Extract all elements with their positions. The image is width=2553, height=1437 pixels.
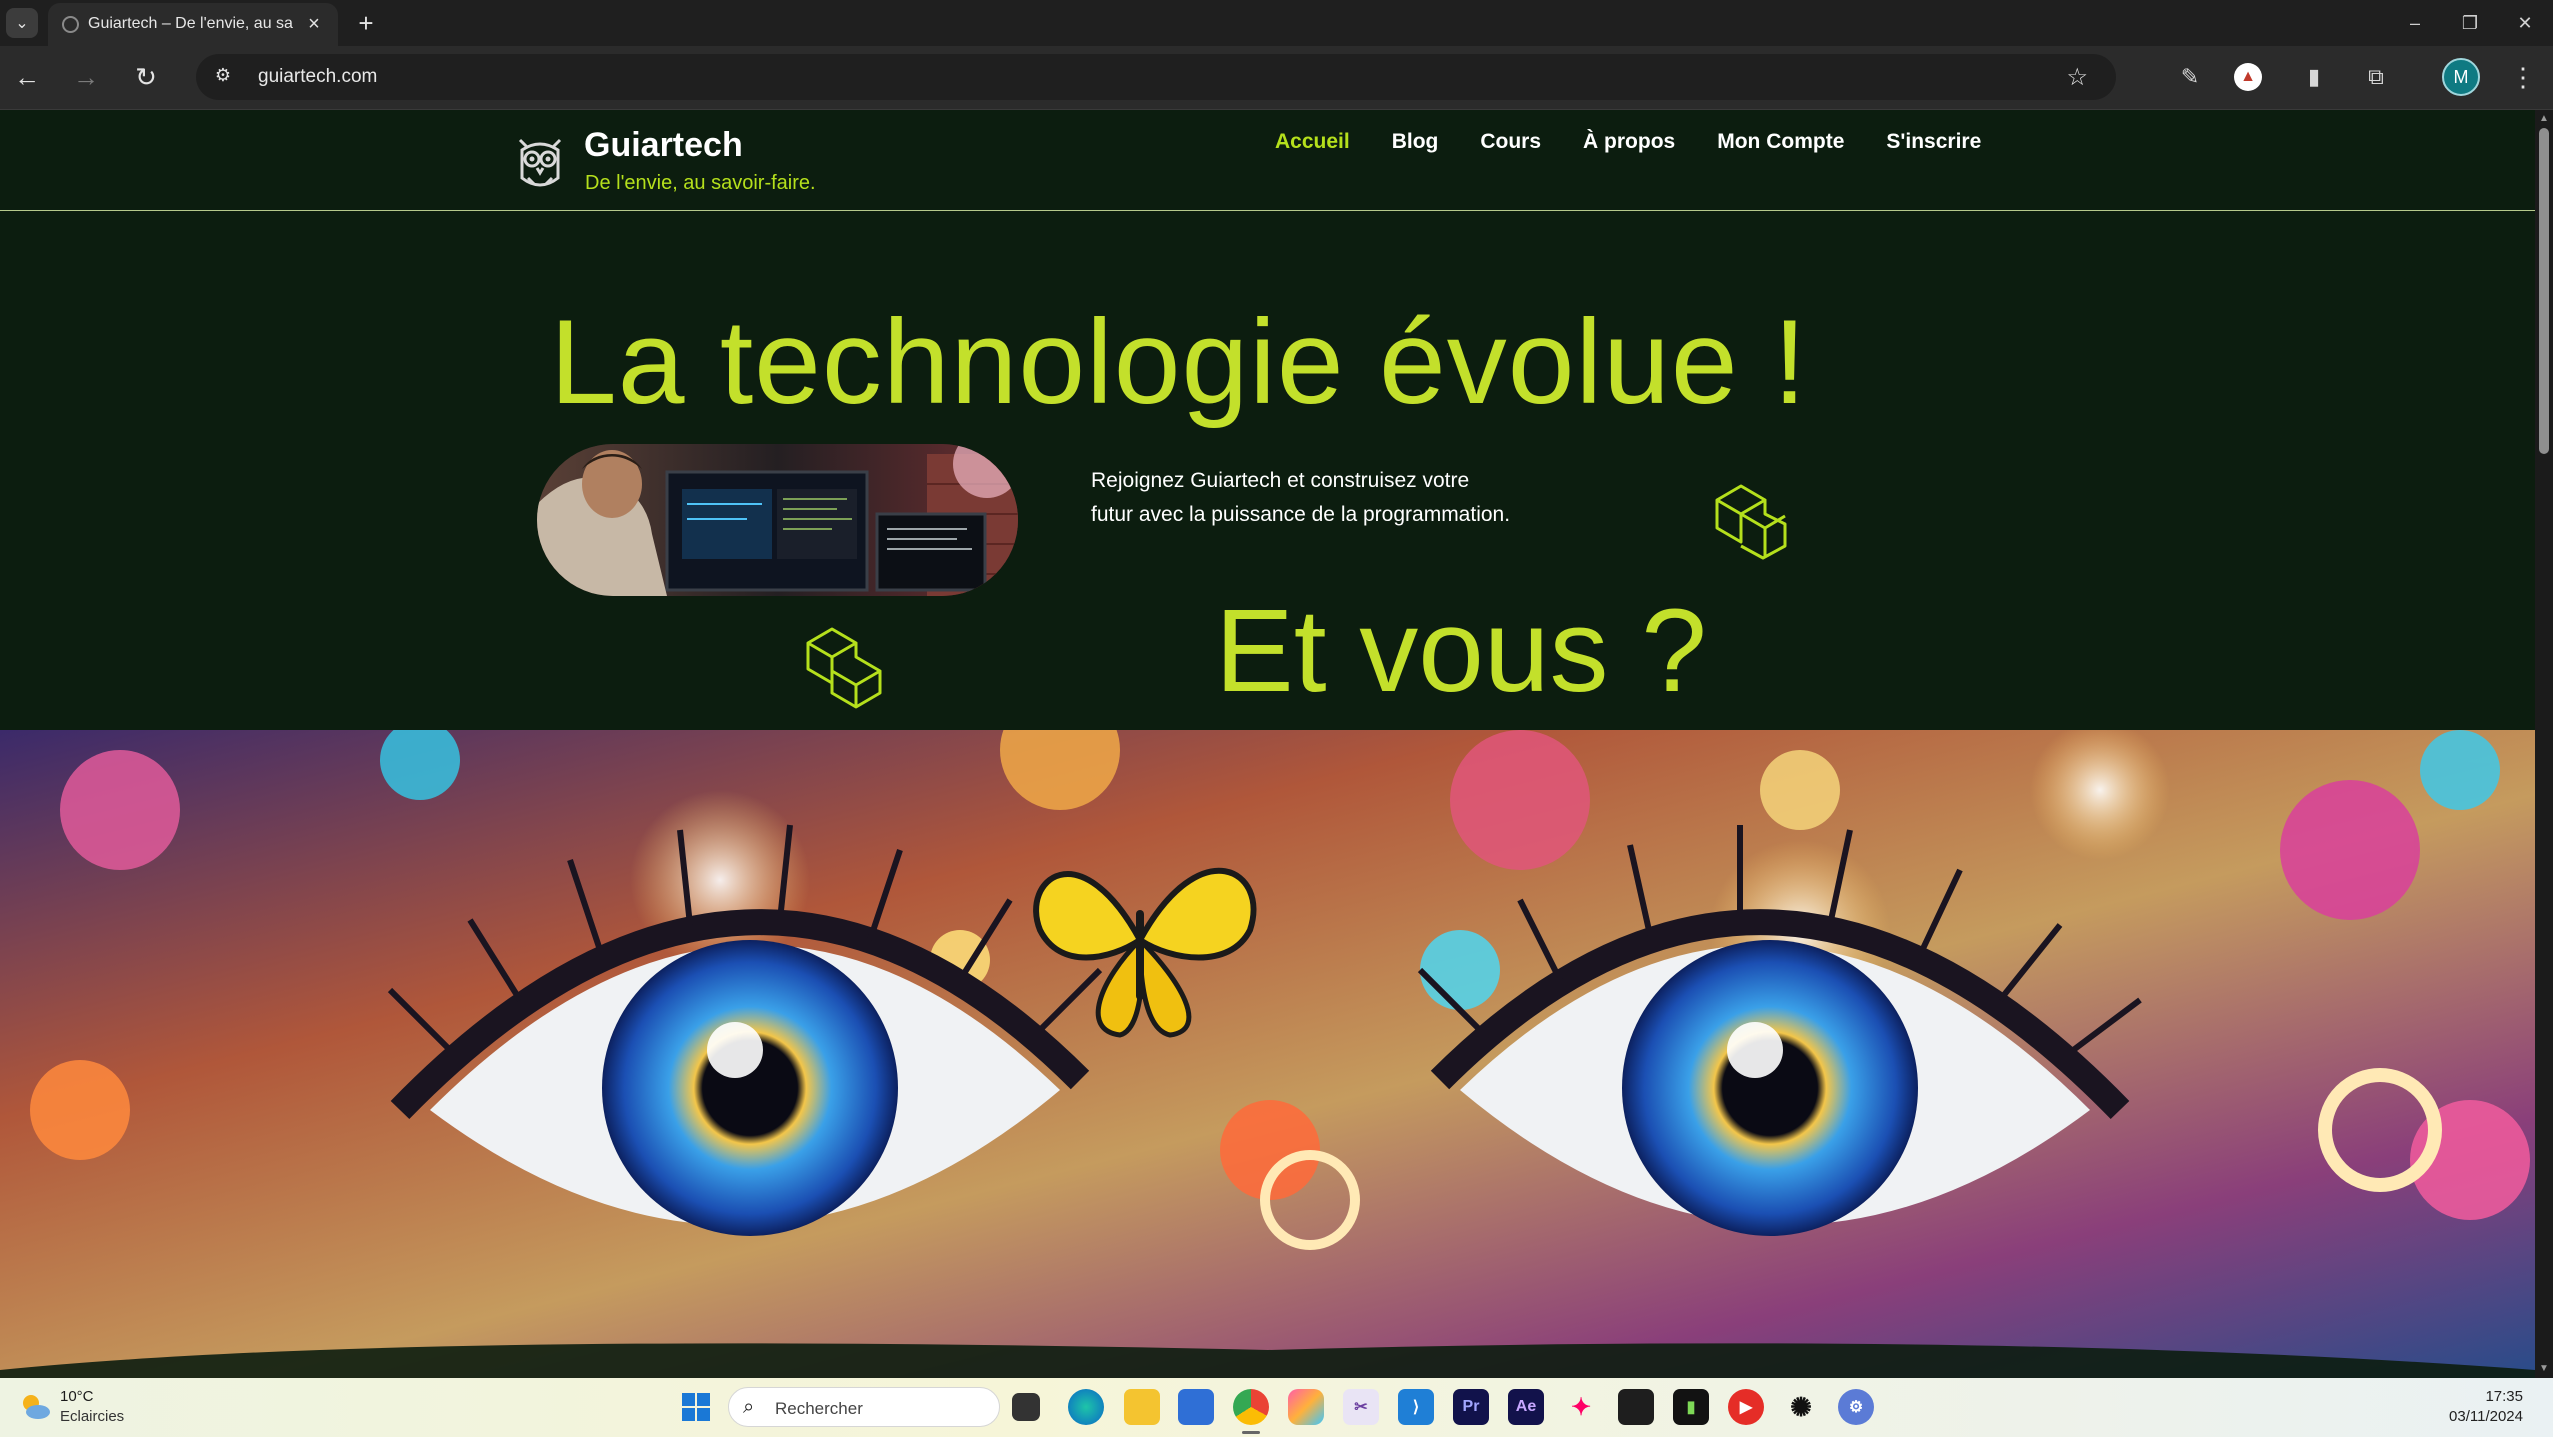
clock-date[interactable]: 03/11/2024 [2449, 1408, 2523, 1425]
url-text[interactable]: guiartech.com [258, 66, 377, 88]
cube-outline-icon-2 [806, 627, 882, 709]
reload-button[interactable]: ↻ [127, 58, 165, 96]
forward-button[interactable]: → [67, 58, 105, 96]
tab-title: Guiartech – De l'envie, au savoir-faire. [88, 15, 293, 32]
restore-button[interactable]: ❐ [2445, 6, 2495, 40]
weather-partly-cloudy-icon[interactable] [18, 1390, 52, 1424]
taskbar-search[interactable]: ⌕ Rechercher [728, 1387, 1000, 1427]
site-title[interactable]: Guiartech [584, 126, 743, 165]
hero-section: La technologie évolue ! Rejoignez Guiart… [0, 211, 2535, 730]
terminal-app-icon[interactable]: ▮ [1673, 1389, 1709, 1425]
owl-logo-icon[interactable] [512, 132, 568, 194]
back-button[interactable]: ← [8, 58, 46, 96]
search-icon: ⌕ [743, 1396, 755, 1418]
microsoft-store-icon[interactable] [1178, 1389, 1214, 1425]
drive-extension-icon[interactable]: ▲ [2234, 63, 2262, 91]
tab-strip: ⌄ Guiartech – De l'envie, au savoir-fair… [0, 0, 2553, 46]
nav-link-accueil[interactable]: Accueil [1275, 130, 1350, 160]
youtube-app-icon[interactable]: ▶ [1728, 1389, 1764, 1425]
vscode-icon[interactable]: ⟩ [1398, 1389, 1434, 1425]
photo-app-icon[interactable] [1288, 1389, 1324, 1425]
snipping-tool-icon[interactable]: ✂ [1343, 1389, 1379, 1425]
nav-link-cours[interactable]: Cours [1480, 130, 1541, 160]
active-app-indicator [1242, 1431, 1260, 1434]
after-effects-icon[interactable]: Ae [1508, 1389, 1544, 1425]
new-tab-button[interactable]: + [350, 7, 382, 39]
chrome-browser-icon[interactable] [1233, 1389, 1269, 1425]
windows-start-icon[interactable] [681, 1392, 711, 1422]
chatgpt-app-icon[interactable]: ✺ [1783, 1389, 1819, 1425]
minimize-button[interactable]: – [2390, 6, 2440, 40]
nav-link-a-propos[interactable]: À propos [1583, 130, 1675, 160]
edge-browser-icon[interactable] [1068, 1389, 1104, 1425]
browser-toolbar: ← → ↻ ⚙ guiartech.com ☆ ✎ ▲ ▮ ⧉ M ⋮ [0, 46, 2553, 110]
nav-link-sinscrire[interactable]: S'inscrire [1886, 130, 1981, 160]
bookmark-star-icon[interactable]: ☆ [2066, 63, 2088, 92]
hero-subtitle: Et vous ? [1215, 585, 1707, 717]
web-page: Guiartech De l'envie, au savoir-faire. A… [0, 110, 2535, 1378]
tab-search-button[interactable]: ⌄ [6, 8, 38, 38]
nav-link-mon-compte[interactable]: Mon Compte [1717, 130, 1844, 160]
weather-description[interactable]: Eclaircies [60, 1408, 124, 1425]
hero-title: La technologie évolue ! [550, 295, 1808, 429]
close-window-button[interactable]: ✕ [2500, 6, 2550, 40]
browser-chrome: ⌄ Guiartech – De l'envie, au savoir-fair… [0, 0, 2553, 110]
pen-extension-icon[interactable]: ✎ [2172, 59, 2208, 95]
premiere-pro-icon[interactable]: Pr [1453, 1389, 1489, 1425]
extensions-puzzle-icon[interactable]: ⧉ [2358, 59, 2394, 95]
scroll-up-arrow[interactable]: ▲ [2538, 113, 2550, 125]
task-view-icon[interactable] [1012, 1393, 1040, 1421]
site-info-icon[interactable]: ⚙ [210, 65, 236, 89]
cube-outline-icon [1715, 484, 1787, 560]
nav-link-blog[interactable]: Blog [1392, 130, 1439, 160]
profile-avatar[interactable]: M [2442, 58, 2480, 96]
site-tagline: De l'envie, au savoir-faire. [585, 172, 816, 194]
clock-time[interactable]: 17:35 [2485, 1388, 2523, 1405]
main-navigation: Accueil Blog Cours À propos Mon Compte S… [1275, 130, 1981, 160]
weather-temperature[interactable]: 10°C [60, 1388, 94, 1405]
hero-description: Rejoignez Guiartech et construisez votre… [1091, 469, 1511, 526]
search-placeholder[interactable]: Rechercher [775, 1399, 863, 1419]
close-tab-icon[interactable]: × [302, 12, 326, 36]
hero-artwork-eyes-image [0, 730, 2535, 1378]
figma-app-icon[interactable] [1618, 1389, 1654, 1425]
page-scrollbar[interactable]: ▲ ▼ [2535, 110, 2553, 1378]
windows-taskbar: 10°C Eclaircies ⌕ Rechercher ✂ ⟩ Pr Ae ✦… [0, 1378, 2553, 1437]
site-header: Guiartech De l'envie, au savoir-faire. A… [0, 110, 2535, 211]
browser-menu-icon[interactable]: ⋮ [2508, 59, 2538, 95]
settings-gear-icon[interactable]: ⚙ [1838, 1389, 1874, 1425]
active-tab[interactable]: Guiartech – De l'envie, au savoir-faire.… [48, 3, 338, 46]
globe-icon [62, 16, 79, 33]
file-explorer-icon[interactable] [1124, 1389, 1160, 1425]
notes-extension-icon[interactable]: ▮ [2296, 59, 2332, 95]
scroll-down-arrow[interactable]: ▼ [2538, 1363, 2550, 1375]
hero-developer-image [537, 444, 1018, 596]
design-app-icon[interactable]: ✦ [1563, 1389, 1599, 1425]
address-bar[interactable]: ⚙ guiartech.com ☆ [196, 54, 2116, 100]
scrollbar-thumb[interactable] [2539, 128, 2549, 454]
